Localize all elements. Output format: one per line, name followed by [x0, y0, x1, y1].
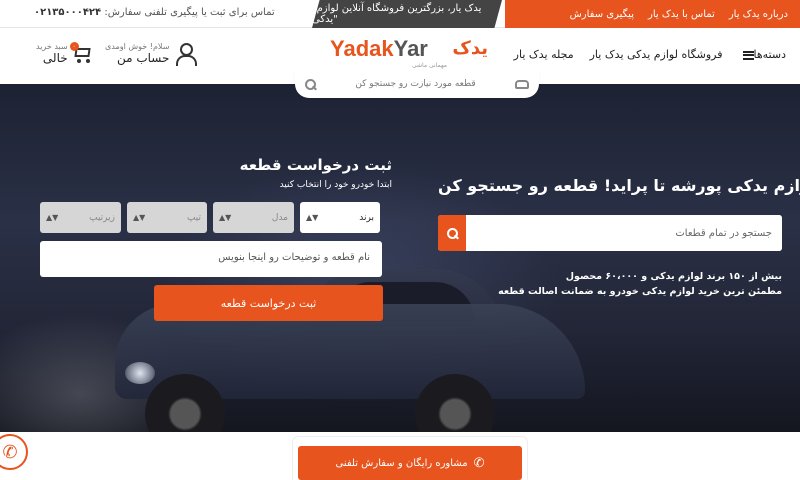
stat-line-1: بیش از ۱۵۰ برند لوازم یدکی و ۶۰،۰۰۰ محصو… [565, 271, 782, 282]
chevron-icon: ▲▼ [306, 213, 319, 222]
account-greeting: سلام! خوش اومدی [105, 42, 170, 51]
bottom-section: مشاوره رایگان و سفارش تلفنی ✆ [0, 432, 800, 480]
brand-label: برند [359, 212, 374, 223]
top-bar: درباره یدک یار تماس با یدک یار پیگیری سف… [0, 0, 800, 28]
vehicle-selects: ▲▼ زیرتیپ ▲▼ تیپ ▲▼ مدل ▲▼ برند [40, 202, 382, 233]
hamburger-icon [742, 50, 754, 60]
hero-search-input[interactable] [466, 215, 782, 251]
type-select[interactable]: ▲▼ تیپ [127, 202, 207, 233]
top-links: درباره یدک یار تماس با یدک یار پیگیری سف… [505, 0, 800, 28]
menu-magazine[interactable]: مجله یدک یار [514, 48, 574, 61]
consult-label: مشاوره رایگان و سفارش تلفنی [335, 457, 468, 469]
logo-latin-part1: Yadak [330, 36, 394, 61]
hero-search-panel: لوازم یدکی پورشه تا پراید! قطعه رو جستجو… [438, 176, 800, 299]
track-order-link[interactable]: پیگیری سفارش [570, 9, 634, 20]
cart-button[interactable]: سبد خرید خالی ۰ [36, 41, 94, 65]
search-icon [446, 227, 458, 239]
stat-line-2: مطمئن ترین خرید لوازم یدکی خودرو به ضمان… [498, 286, 782, 297]
menu-store[interactable]: فروشگاه لوازم یدکی یدک یار [590, 48, 723, 61]
subtype-select[interactable]: ▲▼ زیرتیپ [40, 202, 121, 233]
car-icon[interactable] [514, 79, 529, 89]
hero-search-button[interactable] [438, 215, 466, 251]
logo-tagline: مهمانی ماشی [412, 62, 447, 69]
phone-number[interactable]: ۰۲۱۳۵۰۰۰۴۲۴ [34, 7, 101, 18]
submit-request-button[interactable]: ثبت درخواست قطعه [154, 285, 383, 321]
brand-select[interactable]: ▲▼ برند [300, 202, 380, 233]
phone-icon: ✆ [2, 441, 18, 463]
request-title: ثبت درخواست قطعه [239, 156, 392, 174]
logo-persian: یدک [452, 38, 488, 59]
chevron-icon: ▲▼ [219, 213, 232, 222]
logo-latin-part2: Yar [393, 36, 428, 61]
model-select[interactable]: ▲▼ مدل [213, 202, 294, 233]
phone-label: تماس برای ثبت یا پیگیری تلفنی سفارش: [104, 7, 275, 18]
menu-categories-label: دسته‌ها [753, 48, 786, 61]
about-link[interactable]: درباره یدک یار [729, 9, 788, 20]
main-menu: دسته‌ها فروشگاه لوازم یدکی یدک یار مجله … [514, 48, 786, 61]
contact-link[interactable]: تماس با یدک یار [648, 9, 715, 20]
hero-stats: بیش از ۱۵۰ برند لوازم یدکی و ۶۰،۰۰۰ محصو… [438, 269, 782, 299]
slogan: "یدک یار، بزرگترین فروشگاه آنلاین لوازم … [312, 0, 502, 28]
cart-label: سبد خرید [36, 42, 68, 51]
part-description-input[interactable]: نام قطعه و توضیحات رو اینجا بنویس [40, 241, 382, 277]
account-menu[interactable]: سلام! خوش اومدی حساب من [105, 42, 198, 66]
site-logo[interactable]: YadakYar یدک مهمانی ماشی [330, 36, 490, 74]
cart-count-badge: ۰ [69, 41, 79, 51]
hero-banner: لوازم یدکی پورشه تا پراید! قطعه رو جستجو… [0, 84, 800, 432]
menu-categories[interactable]: دسته‌ها [739, 48, 786, 61]
search-icon[interactable] [305, 78, 316, 90]
phone-info: تماس برای ثبت یا پیگیری تلفنی سفارش: ۰۲۱… [34, 7, 275, 18]
hero-search-box [438, 215, 782, 251]
phone-icon: ✆ [473, 455, 485, 471]
account-label: حساب من [116, 51, 170, 65]
hero-headline: لوازم یدکی پورشه تا پراید! قطعه رو جستجو… [438, 176, 800, 195]
consult-button[interactable]: مشاوره رایگان و سفارش تلفنی ✆ [298, 446, 522, 480]
cart-status: خالی [42, 51, 68, 65]
part-request-form: ثبت درخواست قطعه ابتدا خودرو خود را انتخ… [40, 156, 392, 321]
user-icon [175, 42, 198, 66]
request-subtitle: ابتدا خودرو خود را انتخاب کنید [279, 180, 392, 190]
chevron-icon: ▲▼ [46, 213, 59, 222]
cart-icon: ۰ [69, 41, 94, 65]
chevron-icon: ▲▼ [133, 213, 146, 222]
type-label: تیپ [186, 212, 201, 223]
header-search-bar[interactable]: قطعه مورد نیازت رو جستجو کن [295, 70, 539, 98]
model-label: مدل [271, 212, 288, 223]
header-search-placeholder: قطعه مورد نیازت رو جستجو کن [355, 79, 476, 89]
logo-latin: YadakYar [330, 36, 428, 62]
subtype-label: زیرتیپ [89, 212, 115, 223]
